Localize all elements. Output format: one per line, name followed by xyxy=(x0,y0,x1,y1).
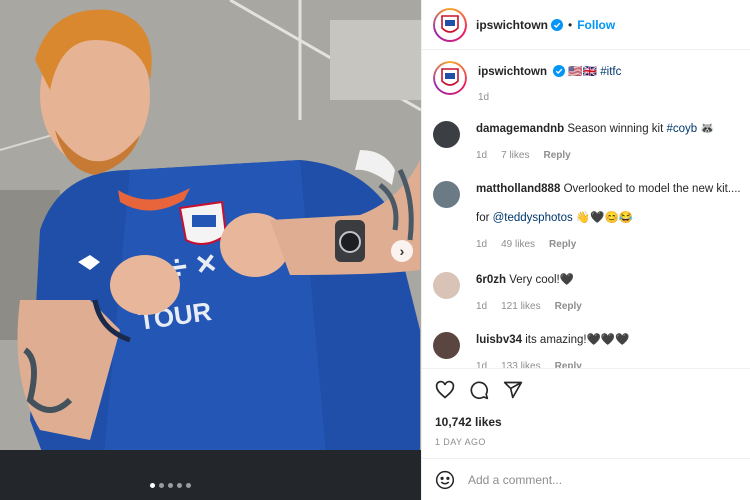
comment-text: Overlooked to model the new kit.... xyxy=(563,183,741,195)
comment-age: 1d xyxy=(476,361,488,368)
avatar[interactable] xyxy=(433,61,467,95)
comment-likes[interactable]: 133 likes xyxy=(501,359,540,368)
reply-button[interactable]: Reply xyxy=(555,299,582,315)
comment-text-line2: for xyxy=(476,212,493,224)
comment-mention[interactable]: @teddysphotos xyxy=(493,212,573,224)
carousel-dot xyxy=(168,483,173,488)
caption-hashtag[interactable]: #itfc xyxy=(600,66,621,78)
like-icon[interactable] xyxy=(435,380,455,400)
comments-list[interactable]: ipswichtown 🇺🇸🇬🇧 #itfc 1d damagemandnb S… xyxy=(422,51,750,368)
follow-button[interactable]: Follow xyxy=(577,18,615,32)
carousel-dot xyxy=(177,483,182,488)
verified-icon xyxy=(551,18,563,31)
reply-button[interactable]: Reply xyxy=(543,148,570,164)
comment-text: its amazing!🖤🖤🖤 xyxy=(525,334,630,346)
header-separator: • xyxy=(568,17,573,32)
comment-username[interactable]: luisbv34 xyxy=(476,334,522,346)
add-comment-bar xyxy=(422,458,750,500)
share-icon[interactable] xyxy=(503,380,523,400)
comment-age: 1d xyxy=(476,150,488,161)
comment-suffix: 👋🖤😊😂 xyxy=(572,212,634,224)
post-date[interactable]: 1 DAY AGO xyxy=(422,437,750,447)
comment-hashtag[interactable]: #coyb xyxy=(666,123,697,135)
avatar[interactable] xyxy=(433,121,460,148)
post-header: ipswichtown • Follow xyxy=(422,0,750,50)
header-username[interactable]: ipswichtown xyxy=(476,18,548,32)
likes-count[interactable]: 10,742 likes xyxy=(422,415,750,429)
post-photo: TOUR ÷ × xyxy=(0,0,421,500)
comment-likes[interactable]: 7 likes xyxy=(501,148,529,164)
comment-text: Very cool!🖤 xyxy=(509,274,575,286)
comment-text: Season winning kit xyxy=(567,123,667,135)
carousel-dots xyxy=(150,483,191,488)
comment-username[interactable]: damagemandnb xyxy=(476,123,564,135)
avatar[interactable] xyxy=(433,7,467,42)
caption-flags: 🇺🇸🇬🇧 xyxy=(568,66,598,78)
comment-likes[interactable]: 49 likes xyxy=(501,237,535,253)
avatar[interactable] xyxy=(433,332,460,359)
comment-age: 1d xyxy=(476,301,488,312)
post-media[interactable]: TOUR ÷ × › xyxy=(0,0,421,500)
carousel-dot xyxy=(186,483,191,488)
club-crest-icon xyxy=(441,14,459,33)
add-comment-input[interactable] xyxy=(468,472,698,487)
post-panel: ipswichtown • Follow ipswichtown 🇺🇸🇬🇧 #i… xyxy=(421,0,750,500)
caption-age: 1d xyxy=(478,92,490,103)
carousel-dot xyxy=(159,483,164,488)
caption-username[interactable]: ipswichtown xyxy=(478,66,547,78)
reply-button[interactable]: Reply xyxy=(549,237,576,253)
comment-username[interactable]: mattholland888 xyxy=(476,183,560,195)
club-crest-icon xyxy=(441,68,459,86)
comment-icon[interactable] xyxy=(469,380,489,400)
post-actions: 10,742 likes 1 DAY AGO xyxy=(422,368,750,447)
avatar[interactable] xyxy=(433,272,460,299)
verified-icon xyxy=(553,65,566,77)
comment-likes[interactable]: 121 likes xyxy=(501,299,540,315)
comment-suffix: 🦝 xyxy=(697,123,715,135)
emoji-icon[interactable] xyxy=(435,470,455,490)
carousel-dot xyxy=(150,483,155,488)
comment-username[interactable]: 6r0zh xyxy=(476,274,506,286)
next-arrow-icon[interactable]: › xyxy=(391,240,413,262)
comment-age: 1d xyxy=(476,239,488,250)
reply-button[interactable]: Reply xyxy=(555,359,582,368)
avatar[interactable] xyxy=(433,181,460,208)
